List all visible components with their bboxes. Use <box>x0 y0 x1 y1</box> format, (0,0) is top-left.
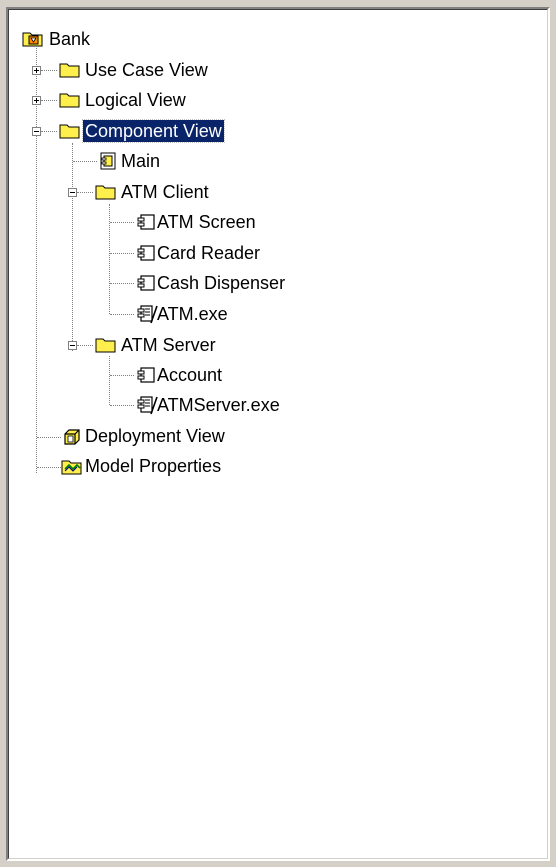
folder-icon <box>59 93 80 108</box>
folder-icon <box>59 63 80 78</box>
tree-node-main[interactable]: Main <box>119 150 162 172</box>
tree-node-component-view[interactable]: Component View <box>82 119 225 143</box>
tree-connector <box>110 314 134 315</box>
tree-container: Bank Use Case View Logical View Componen… <box>9 10 547 858</box>
component-icon <box>137 367 155 383</box>
tree-node-deployment-view[interactable]: Deployment View <box>83 425 227 447</box>
folder-icon <box>95 338 116 353</box>
tree-node-atm-screen[interactable]: ATM Screen <box>155 211 258 233</box>
tree-connector <box>37 467 61 468</box>
tree-node-atmserver-exe[interactable]: ATMServer.exe <box>155 394 282 416</box>
collapse-toggle-atm-client[interactable] <box>68 188 77 197</box>
tree-connector <box>110 253 134 254</box>
browser-panel: Bank Use Case View Logical View Componen… <box>6 7 550 861</box>
component-icon <box>137 275 155 291</box>
tree-connector <box>110 222 134 223</box>
tree-node-bank[interactable]: Bank <box>47 28 92 50</box>
component-diagram-icon <box>100 152 116 170</box>
component-icon <box>137 214 155 230</box>
expand-toggle-use-case-view[interactable] <box>32 66 41 75</box>
tree-connector <box>110 375 134 376</box>
tree-node-cash-dispenser[interactable]: Cash Dispenser <box>155 272 287 294</box>
tree-view[interactable]: Bank Use Case View Logical View Componen… <box>8 9 548 859</box>
tree-node-atm-exe[interactable]: ATM.exe <box>155 303 230 325</box>
model-icon <box>22 32 43 47</box>
component-icon <box>137 245 155 261</box>
tree-node-account[interactable]: Account <box>155 364 224 386</box>
tree-node-model-properties[interactable]: Model Properties <box>83 455 223 477</box>
tree-connector <box>110 405 134 406</box>
tree-connector <box>109 356 110 405</box>
tree-connector <box>41 131 57 132</box>
folder-icon <box>59 124 80 139</box>
tree-connector <box>77 345 93 346</box>
tree-node-card-reader[interactable]: Card Reader <box>155 242 262 264</box>
expand-toggle-logical-view[interactable] <box>32 96 41 105</box>
tree-connector <box>73 161 97 162</box>
tree-connector <box>41 100 57 101</box>
tree-connector <box>36 48 37 473</box>
tree-connector <box>72 143 73 351</box>
tree-connector <box>77 192 93 193</box>
folder-icon <box>95 185 116 200</box>
deployment-icon <box>64 429 80 445</box>
tree-node-use-case-view[interactable]: Use Case View <box>83 59 210 81</box>
tree-node-atm-server[interactable]: ATM Server <box>119 334 218 356</box>
tree-node-logical-view[interactable]: Logical View <box>83 89 188 111</box>
tree-connector <box>110 283 134 284</box>
tree-node-atm-client[interactable]: ATM Client <box>119 181 211 203</box>
tree-connector <box>37 437 61 438</box>
collapse-toggle-component-view[interactable] <box>32 127 41 136</box>
collapse-toggle-atm-server[interactable] <box>68 341 77 350</box>
tree-connector <box>41 70 57 71</box>
tree-connector <box>109 204 110 314</box>
model-properties-icon <box>61 460 82 475</box>
